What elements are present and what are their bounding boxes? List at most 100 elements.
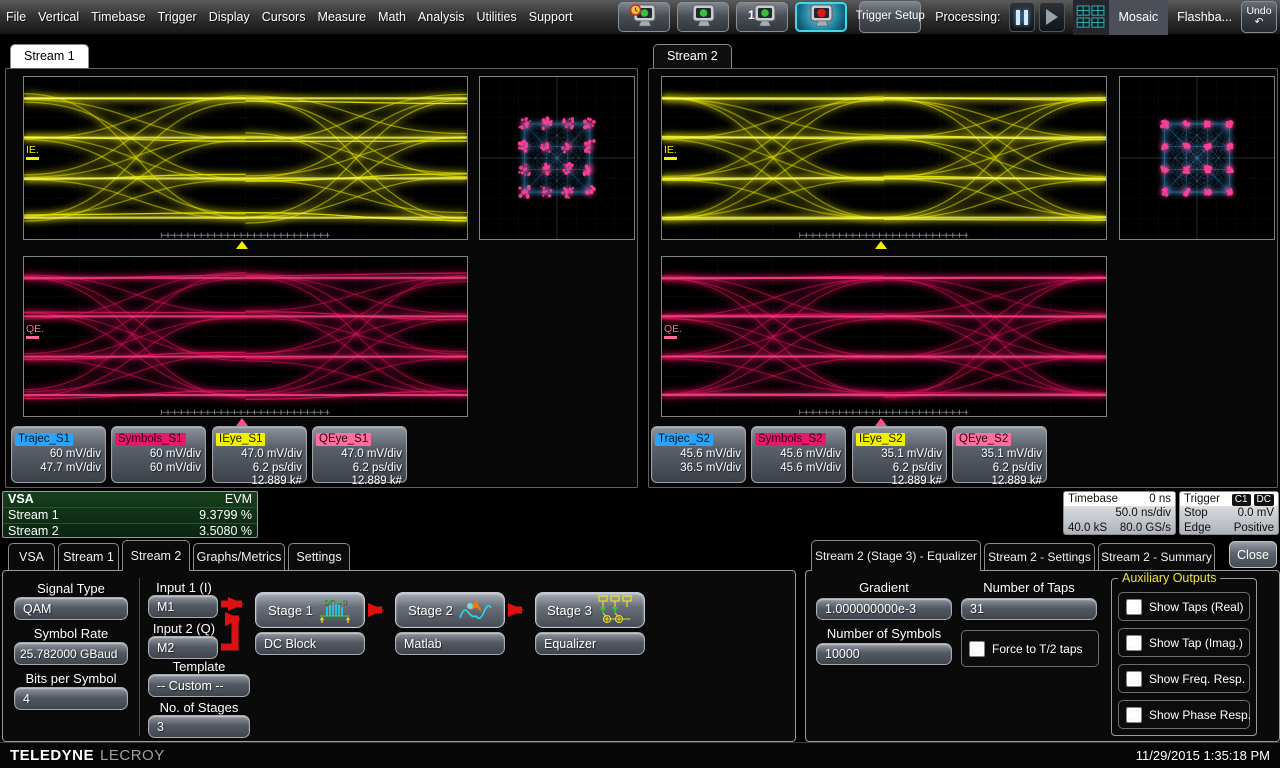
stream2-panel-tab[interactable]: Stream 2 [653, 44, 732, 68]
num-stages-field[interactable]: 3 [148, 715, 250, 738]
show-taps-real-checkbox-row[interactable]: Show Taps (Real) [1118, 592, 1250, 621]
descriptor-trajec-s2[interactable]: Trajec_S2 45.6 mV/div 36.5 mV/div [651, 426, 746, 483]
close-button[interactable]: Close [1229, 541, 1277, 568]
teledyne-lecroy-logo: TELEDYNELECROY [10, 747, 165, 765]
trigger-readout[interactable]: Trigger C1DC Stop 0.0 mV Edge Positive [1179, 491, 1279, 535]
input1-field[interactable]: M1 [148, 595, 218, 618]
show-freq-resp-checkbox-row[interactable]: Show Freq. Resp. [1118, 664, 1250, 693]
vsa-title: VSA [8, 492, 34, 507]
descriptor-ieye-s1[interactable]: IEye_S1 47.0 mV/div 6.2 ps/div 12.889 k# [212, 426, 307, 483]
stage1-button[interactable]: Stage 1 DC→0 [255, 592, 365, 628]
descriptor-qeye-s1[interactable]: QEye_S1 47.0 mV/div 6.2 ps/div 12.889 k# [312, 426, 407, 483]
trigger-time-marker [236, 241, 248, 249]
trace-chip: IEye_S2 [856, 433, 905, 446]
menu-measure[interactable]: Measure [311, 0, 372, 34]
monitor-red-icon [806, 4, 836, 30]
tab-stream2-summary[interactable]: Stream 2 - Summary [1098, 543, 1215, 570]
input2-field[interactable]: M2 [148, 636, 218, 659]
stage2-button[interactable]: Stage 2 [395, 592, 505, 628]
descriptor-row: 45.6 mV/div [780, 462, 841, 476]
trigger-stop-button[interactable] [795, 2, 847, 32]
tab-stream1[interactable]: Stream 1 [58, 543, 119, 570]
trace-chip: Symbols_S1 [115, 433, 186, 446]
timebase-readout[interactable]: Timebase 0 ns 50.0 ns/div 40.0 kS 80.0 G… [1063, 491, 1176, 535]
trigger-slope: Positive [1234, 521, 1274, 535]
auxiliary-outputs-group: Auxiliary Outputs Show Taps (Real) Show … [1111, 578, 1257, 736]
num-taps-label: Number of Taps [961, 580, 1097, 595]
menu-analysis[interactable]: Analysis [412, 0, 471, 34]
menu-display[interactable]: Display [203, 0, 256, 34]
undo-button[interactable]: Undo ↶ [1241, 1, 1277, 33]
menu-support[interactable]: Support [523, 0, 579, 34]
template-field[interactable]: -- Custom -- [148, 674, 250, 697]
menu-vertical[interactable]: Vertical [32, 0, 85, 34]
num-stages-label: No. of Stages [148, 700, 250, 715]
ieye-eye-diagram [24, 77, 467, 239]
checkbox[interactable] [1126, 635, 1142, 651]
menu-timebase[interactable]: Timebase [85, 0, 151, 34]
play-button[interactable] [1039, 2, 1065, 32]
menu-trigger[interactable]: Trigger [152, 0, 203, 34]
descriptor-symbols-s2[interactable]: Symbols_S2 45.6 mV/div 45.6 mV/div [751, 426, 846, 483]
checkbox[interactable] [1126, 671, 1142, 687]
tab-stream2-settings[interactable]: Stream 2 - Settings [984, 543, 1095, 570]
trigger-time-marker [875, 241, 887, 249]
divider [139, 578, 140, 736]
gradient-field[interactable]: 1.000000000e-3 [816, 598, 952, 620]
stage2-type-field[interactable]: Matlab [395, 632, 505, 655]
trigger-single-button[interactable]: 1 [736, 2, 788, 32]
descriptor-row: 47.0 mV/div [241, 448, 302, 462]
symbol-rate-field[interactable]: 25.782000 GBaud [14, 642, 128, 665]
svg-text:1: 1 [748, 8, 755, 22]
stream1-panel-tab[interactable]: Stream 1 [10, 44, 89, 68]
checkbox[interactable] [1126, 707, 1142, 723]
tab-stream2-stage3-equalizer[interactable]: Stream 2 (Stage 3) - Equalizer [811, 540, 981, 571]
trigger-auto-button[interactable] [618, 2, 670, 32]
menu-cursors[interactable]: Cursors [256, 0, 312, 34]
flashback-label[interactable]: Flashba... [1177, 10, 1232, 24]
stage3-type-field[interactable]: Equalizer [535, 632, 645, 655]
tab-graphs-metrics[interactable]: Graphs/Metrics [193, 543, 285, 570]
checkbox[interactable] [969, 641, 985, 657]
stage1-type-field[interactable]: DC Block [255, 632, 365, 655]
timebase-rate: 80.0 GS/s [1120, 521, 1171, 535]
show-tap-imag-checkbox-row[interactable]: Show Tap (Imag.) [1118, 628, 1250, 657]
gradient-label: Gradient [816, 580, 952, 595]
equalizer-icon [597, 595, 633, 625]
menu-utilities[interactable]: Utilities [470, 0, 522, 34]
auxiliary-outputs-title: Auxiliary Outputs [1118, 571, 1220, 585]
force-t2-taps-label: Force to T/2 taps [992, 642, 1083, 656]
trigger-setup-button[interactable]: Trigger Setup [859, 1, 921, 33]
trace-chip: QEye_S1 [316, 433, 371, 446]
trigger-normal-button[interactable] [677, 2, 729, 32]
vsa-row-stream2: Stream 23.5080 % [3, 523, 257, 538]
bits-per-symbol-field[interactable]: 4 [14, 687, 128, 710]
pause-button[interactable] [1009, 2, 1035, 32]
descriptor-qeye-s2[interactable]: QEye_S2 35.1 mV/div 6.2 ps/div 12.889 k# [952, 426, 1047, 483]
force-t2-taps-checkbox-row[interactable]: Force to T/2 taps [961, 630, 1099, 667]
tab-stream2[interactable]: Stream 2 [122, 540, 190, 571]
num-symbols-field[interactable]: 10000 [816, 643, 952, 665]
descriptor-trajec-s1[interactable]: Trajec_S1 60 mV/div 47.7 mV/div [11, 426, 106, 483]
num-taps-field[interactable]: 31 [961, 598, 1097, 620]
mosaic-grid-icon [1076, 5, 1106, 29]
input1-label: Input 1 (I) [148, 580, 220, 595]
checkbox[interactable] [1126, 599, 1142, 615]
stream2-constellation-graph [1119, 76, 1275, 240]
toolbar: 1 Trigger Setup Processing: [611, 0, 1280, 35]
descriptor-row: 60 mV/div [150, 462, 201, 476]
menu-bar: File Vertical Timebase Trigger Display C… [0, 0, 1280, 35]
menu-file[interactable]: File [0, 0, 32, 34]
mosaic-button[interactable]: Mosaic [1073, 0, 1169, 35]
descriptor-symbols-s1[interactable]: Symbols_S1 60 mV/div 60 mV/div [111, 426, 206, 483]
show-phase-resp-checkbox-row[interactable]: Show Phase Resp. [1118, 700, 1250, 729]
signal-type-field[interactable]: QAM [14, 597, 128, 620]
menu-math[interactable]: Math [372, 0, 412, 34]
stage3-button[interactable]: Stage 3 [535, 592, 645, 628]
descriptor-row: 12.889 k# [351, 475, 402, 489]
tab-settings[interactable]: Settings [288, 543, 350, 570]
qeye-eye-diagram [24, 257, 467, 416]
ieye-trace-label: IE. [26, 145, 39, 160]
descriptor-ieye-s2[interactable]: IEye_S2 35.1 mV/div 6.2 ps/div 12.889 k# [852, 426, 947, 483]
tab-vsa[interactable]: VSA [8, 543, 55, 570]
